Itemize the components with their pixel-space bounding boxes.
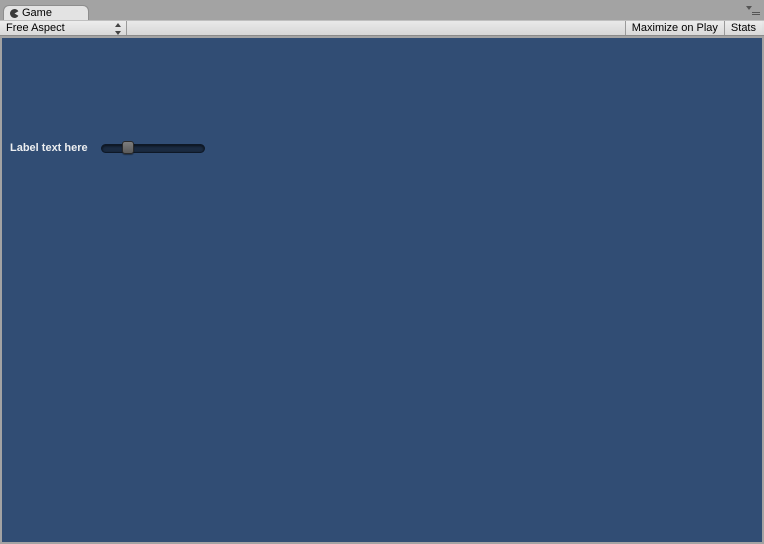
tab-game[interactable]: Game — [3, 5, 89, 20]
game-view-container: Label text here — [0, 36, 764, 544]
tab-strip: Game — [0, 4, 764, 20]
aspect-value: Free Aspect — [6, 22, 65, 34]
game-toolbar: Free Aspect Maximize on Play Stats — [0, 20, 764, 36]
stats-label: Stats — [731, 22, 756, 34]
tab-options-menu[interactable] — [746, 6, 760, 16]
gui-slider[interactable] — [101, 141, 205, 155]
game-viewport: Label text here — [2, 38, 762, 542]
tab-title: Game — [22, 7, 52, 19]
updown-arrows-icon — [115, 23, 122, 35]
slider-thumb[interactable] — [122, 141, 134, 154]
maximize-on-play-toggle[interactable]: Maximize on Play — [626, 21, 725, 35]
game-window: Game Free Aspect Maximize on Play Stats … — [0, 0, 764, 544]
aspect-dropdown[interactable]: Free Aspect — [0, 21, 127, 35]
stats-toggle[interactable]: Stats — [725, 21, 762, 35]
gui-row: Label text here — [10, 141, 205, 155]
maximize-label: Maximize on Play — [632, 22, 718, 34]
slider-track — [101, 144, 205, 153]
game-tab-icon — [10, 9, 19, 18]
gui-label: Label text here — [10, 142, 88, 154]
toolbar-spacer — [127, 21, 626, 35]
